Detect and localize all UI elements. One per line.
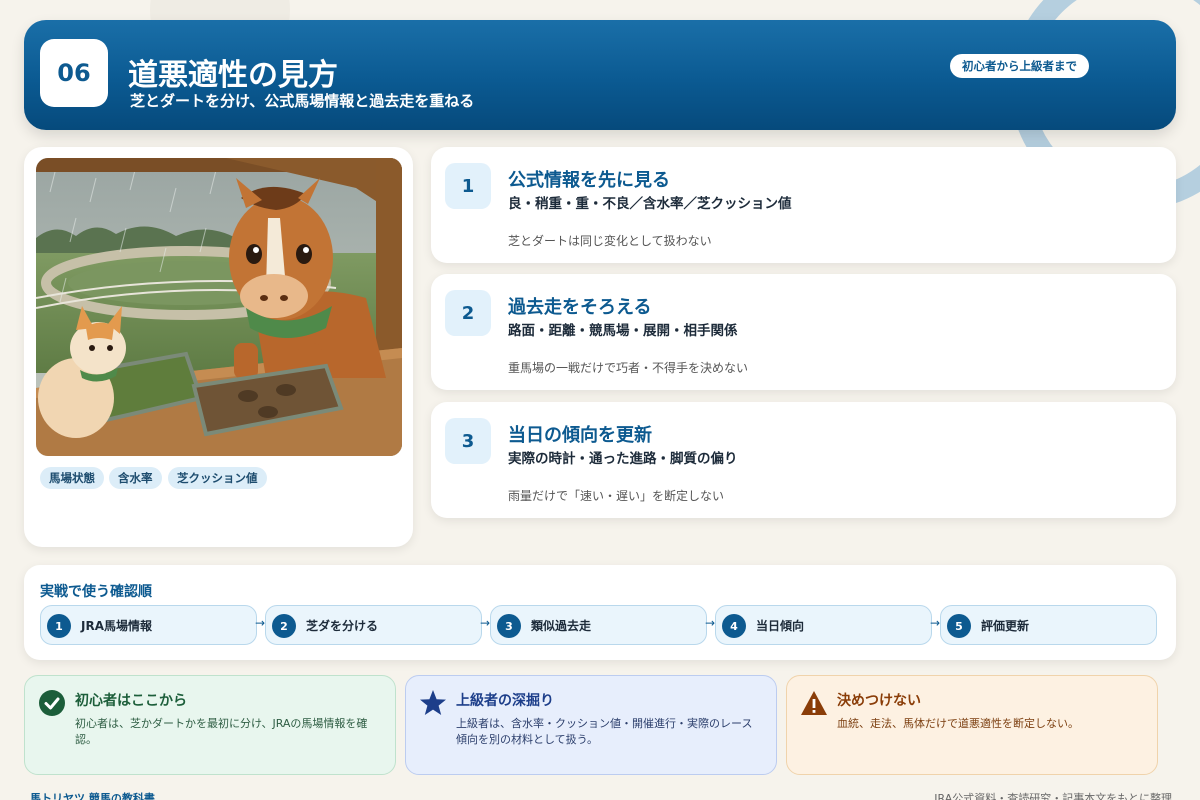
step-card-1: 1 公式情報を先に見る 良・稍重・重・不良／含水率／芝クッション値 芝とダートは… bbox=[431, 147, 1176, 263]
info-title: 上級者の深掘り bbox=[456, 693, 554, 709]
step-card-3: 3 当日の傾向を更新 実際の時計・通った進路・脚質の偏り 雨量だけで「速い・遅い… bbox=[431, 402, 1176, 518]
beginner-tip-box: 初心者はここから 初心者は、芝かダートかを最初に分け、JRAの馬場情報を確認。 bbox=[24, 675, 396, 775]
flow-step-2: 2 芝ダを分ける bbox=[265, 605, 482, 645]
star-icon bbox=[418, 688, 448, 718]
arrow-right-icon: → bbox=[255, 616, 266, 630]
arrow-right-icon: → bbox=[705, 616, 716, 630]
illustration-card: 馬場状態 含水率 芝クッション値 bbox=[24, 147, 413, 547]
info-text: 血統、走法、馬体だけで道悪適性を断定しない。 bbox=[837, 717, 1079, 730]
tag-moisture: 含水率 bbox=[109, 467, 162, 489]
step-note: 重馬場の一戦だけで巧者・不得手を決めない bbox=[508, 361, 749, 375]
step-number: 2 bbox=[445, 290, 491, 336]
arrow-right-icon: → bbox=[930, 616, 941, 630]
page-title: 道悪適性の見方 bbox=[128, 58, 338, 93]
footer-brand: 馬トリヤツ 競馬の教科書 bbox=[30, 792, 155, 800]
info-title: 決めつけない bbox=[837, 693, 921, 709]
horse-cat-illustration bbox=[36, 158, 402, 456]
flow-step-label: 評価更新 bbox=[981, 619, 1030, 633]
caution-box: 決めつけない 血統、走法、馬体だけで道悪適性を断定しない。 bbox=[786, 675, 1158, 775]
footer-source-note: JRA公式資料・査読研究・記事本文をもとに整理 bbox=[934, 792, 1172, 800]
chapter-number-badge: 06 bbox=[40, 39, 108, 107]
flow-step-5: 5 評価更新 bbox=[940, 605, 1157, 645]
tag-cushion-value: 芝クッション値 bbox=[168, 467, 267, 489]
arrow-right-icon: → bbox=[480, 616, 491, 630]
flow-step-label: 当日傾向 bbox=[756, 619, 805, 633]
flow-step-number: 5 bbox=[947, 614, 971, 638]
step-card-2: 2 過去走をそろえる 路面・距離・競馬場・展開・相手関係 重馬場の一戦だけで巧者… bbox=[431, 274, 1176, 390]
step-detail: 実際の時計・通った進路・脚質の偏り bbox=[508, 451, 738, 467]
warning-icon bbox=[799, 688, 829, 718]
check-order-title: 実戦で使う確認順 bbox=[40, 584, 152, 600]
flow-step-label: 類似過去走 bbox=[531, 619, 592, 633]
step-title: 公式情報を先に見る bbox=[508, 170, 670, 191]
flow-step-number: 3 bbox=[497, 614, 521, 638]
flow-step-1: 1 JRA馬場情報 bbox=[40, 605, 257, 645]
step-title: 当日の傾向を更新 bbox=[508, 425, 652, 446]
step-detail: 路面・距離・競馬場・展開・相手関係 bbox=[508, 323, 738, 339]
flow-step-number: 1 bbox=[47, 614, 71, 638]
step-number: 1 bbox=[445, 163, 491, 209]
level-badge: 初心者から上級者まで bbox=[950, 54, 1089, 78]
flow-step-label: 芝ダを分ける bbox=[306, 619, 379, 633]
flow-step-number: 4 bbox=[722, 614, 746, 638]
tag-track-condition: 馬場状態 bbox=[40, 467, 104, 489]
page-subtitle: 芝とダートを分け、公式馬場情報と過去走を重ねる bbox=[130, 92, 475, 110]
step-number: 3 bbox=[445, 418, 491, 464]
info-title: 初心者はここから bbox=[75, 693, 187, 709]
step-note: 芝とダートは同じ変化として扱わない bbox=[508, 234, 712, 248]
flow-step-label: JRA馬場情報 bbox=[81, 619, 152, 633]
step-detail: 良・稍重・重・不良／含水率／芝クッション値 bbox=[508, 196, 792, 212]
info-text: 上級者は、含水率・クッション値・開催進行・実際のレース傾向を別の材料として扱う。 bbox=[456, 717, 753, 746]
step-title: 過去走をそろえる bbox=[508, 297, 652, 318]
flow-step-number: 2 bbox=[272, 614, 296, 638]
step-note: 雨量だけで「速い・遅い」を断定しない bbox=[508, 489, 725, 503]
check-order-panel: 実戦で使う確認順 1 JRA馬場情報 → 2 芝ダを分ける → 3 類似過去走 … bbox=[24, 565, 1176, 660]
advanced-tip-box: 上級者の深掘り 上級者は、含水率・クッション値・開催進行・実際のレース傾向を別の… bbox=[405, 675, 777, 775]
header-banner: 06 道悪適性の見方 芝とダートを分け、公式馬場情報と過去走を重ねる 初心者から… bbox=[24, 20, 1176, 130]
info-text: 初心者は、芝かダートかを最初に分け、JRAの馬場情報を確認。 bbox=[75, 717, 368, 746]
check-circle-icon bbox=[37, 688, 67, 718]
flow-step-3: 3 類似過去走 bbox=[490, 605, 707, 645]
flow-step-4: 4 当日傾向 bbox=[715, 605, 932, 645]
